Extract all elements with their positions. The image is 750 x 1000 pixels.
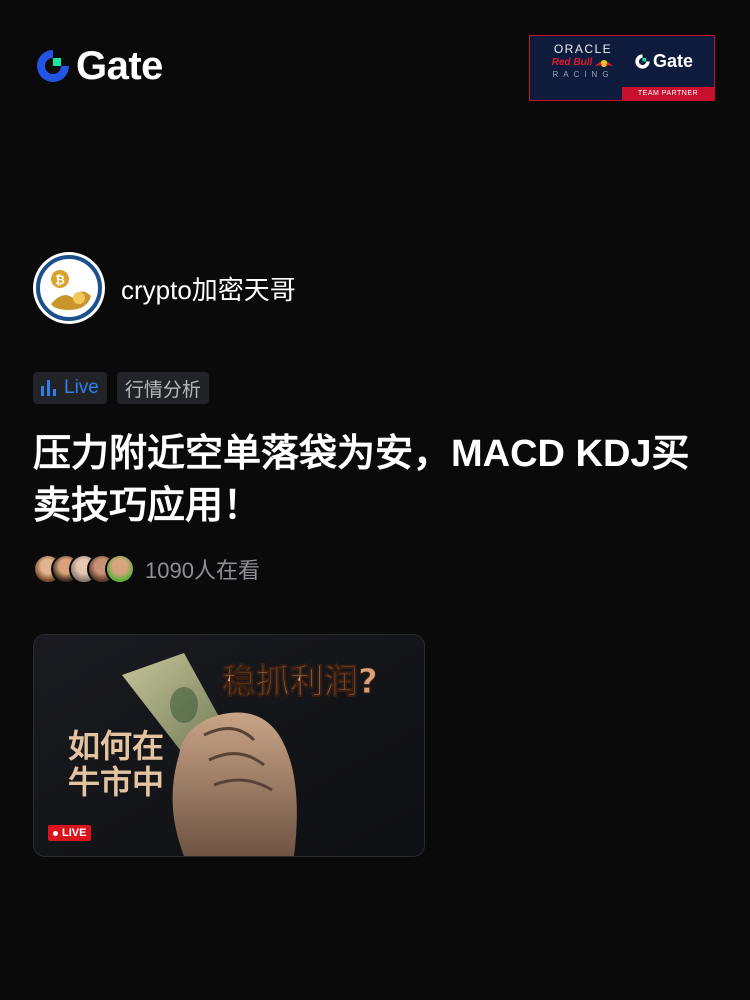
live-badge: LIVE — [48, 825, 92, 841]
live-bars-icon — [41, 380, 56, 396]
live-badge-label: LIVE — [62, 827, 87, 839]
viewer-avatars — [33, 554, 135, 584]
redbull-logo-icon — [595, 59, 614, 67]
author-name[interactable]: crypto加密天哥 — [121, 270, 296, 307]
svg-text:₿: ₿ — [55, 273, 65, 287]
team-partner-ribbon: TEAM PARTNER — [622, 87, 714, 100]
team-partner-banner[interactable]: ORACLE Red Bull RACING Gate TEAM PARTNER — [529, 35, 715, 101]
thumb-text-how: 如何在 — [68, 727, 164, 765]
viewer-avatar — [105, 554, 135, 584]
category-tag-label: 行情分析 — [124, 379, 201, 401]
tag-row: Live 行情分析 — [33, 372, 209, 404]
partner-gate-text: Gate — [653, 51, 694, 71]
thumb-text-profit: 稳抓利润? — [222, 662, 378, 702]
live-dot-icon — [53, 830, 58, 836]
oracle-wordmark: ORACLE — [553, 42, 613, 56]
gate-logo-icon — [34, 47, 72, 85]
author-row[interactable]: ₿ crypto加密天哥 — [33, 252, 296, 324]
author-avatar[interactable]: ₿ — [33, 252, 105, 324]
post-title[interactable]: 压力附近空单落袋为安，MACD KDJ买卖技巧应用！ — [33, 428, 713, 532]
racing-wordmark: RACING — [552, 70, 614, 79]
redbull-wordmark: Red Bull — [551, 57, 593, 68]
partner-gate-logo: Gate — [634, 51, 693, 72]
live-thumbnail[interactable]: 稳抓利润? 如何在 牛市中 LIVE — [33, 634, 425, 857]
viewer-row: 1090人在看 — [33, 553, 260, 585]
viewer-count: 1090人在看 — [145, 558, 260, 583]
thumb-text-bull: 牛市中 — [68, 763, 164, 801]
brand-name: Gate — [76, 44, 163, 88]
live-tag-label: Live — [64, 377, 99, 398]
thumbnail-image: 稳抓利润? 如何在 牛市中 — [34, 635, 424, 856]
live-tag[interactable]: Live — [33, 372, 107, 404]
gate-small-icon — [635, 54, 650, 69]
category-tag[interactable]: 行情分析 — [116, 372, 209, 404]
gate-logo[interactable]: Gate — [34, 46, 163, 86]
